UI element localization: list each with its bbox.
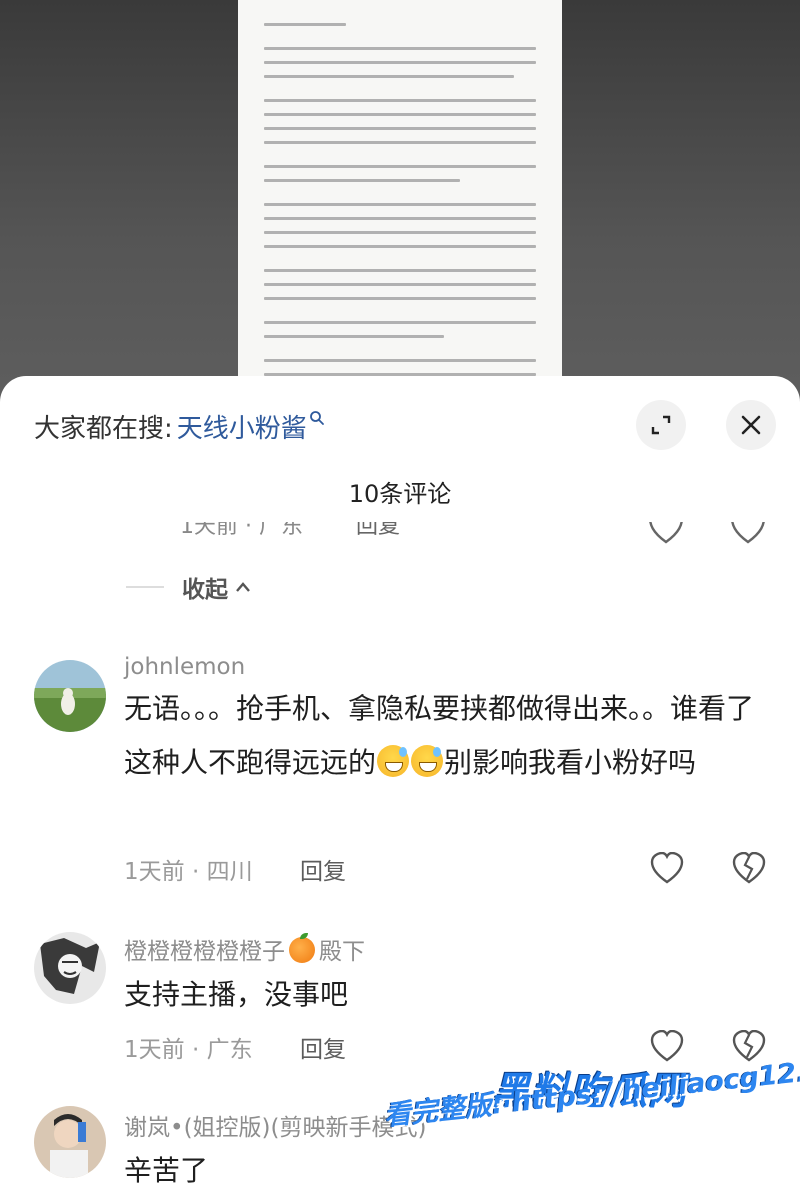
- like-heart-icon[interactable]: [650, 1030, 684, 1062]
- search-icon: [309, 411, 324, 425]
- avatar[interactable]: [34, 660, 106, 732]
- search-suggestion[interactable]: 大家都在搜: 天线小粉酱: [34, 404, 325, 448]
- comment-content: 支持主播，没事吧: [124, 978, 349, 1011]
- avatar[interactable]: [34, 1106, 106, 1178]
- comment-text: 别影响我看小粉好吗: [444, 746, 697, 779]
- collapse-label: 收起: [182, 577, 228, 603]
- comment-time: 1天前: [124, 859, 185, 885]
- orange-emoji-icon: [289, 933, 315, 963]
- comment-location: 四川: [206, 859, 253, 885]
- comment-meta: 1天前 · 四川: [124, 859, 253, 885]
- like-heart-icon[interactable]: [650, 852, 684, 884]
- close-button[interactable]: [726, 400, 776, 450]
- collapse-replies[interactable]: 收起: [126, 572, 252, 603]
- sweat-grin-emoji-icon: [377, 745, 410, 777]
- document-image: [238, 0, 562, 380]
- sweat-grin-emoji-icon: [411, 745, 444, 777]
- search-prefix: 大家都在搜:: [34, 413, 173, 444]
- comment-location: 广东: [206, 1037, 253, 1063]
- comment-username[interactable]: johnlemon: [124, 654, 245, 680]
- video-background[interactable]: [0, 0, 800, 400]
- reply-button[interactable]: 回复: [300, 852, 346, 886]
- avatar[interactable]: [34, 932, 106, 1004]
- comment-username[interactable]: 橙橙橙橙橙橙子 殿下: [124, 932, 365, 966]
- previous-comment-actions: 1天前 · 广东 回复: [180, 522, 780, 548]
- comment-time: 1天前: [124, 1037, 185, 1063]
- previous-comment-meta: 1天前 · 广东: [180, 522, 303, 539]
- comment-count-title: 10条评论: [348, 480, 452, 508]
- reply-button[interactable]: 回复: [300, 1030, 346, 1064]
- expand-button[interactable]: [636, 400, 686, 450]
- previous-comment-like-icons[interactable]: [648, 522, 778, 544]
- comment-username[interactable]: 谢岚•(姐控版)(剪映新手模式): [124, 1108, 426, 1142]
- dislike-broken-heart-icon[interactable]: [732, 852, 766, 884]
- comment-username-suffix: 殿下: [319, 939, 365, 965]
- previous-comment-reply[interactable]: 回复: [356, 522, 400, 540]
- expand-icon: [651, 415, 671, 435]
- search-term-link[interactable]: 天线小粉酱: [177, 408, 307, 445]
- collapse-divider: [126, 586, 164, 588]
- comment-meta: 1天前 · 广东: [124, 1037, 253, 1063]
- close-icon: [741, 415, 761, 435]
- watermark: 黑料吃瓜网 看完整版: https://heiliaocg12.com: [383, 1050, 800, 1190]
- comment-content: 无语。。。抢手机、拿隐私要挟都做得出来。。谁看了这种人不跑得远远的 别影响我看小粉…: [124, 682, 774, 790]
- comment-username-text: 橙橙橙橙橙橙子: [124, 939, 285, 965]
- chevron-up-icon: [236, 582, 250, 592]
